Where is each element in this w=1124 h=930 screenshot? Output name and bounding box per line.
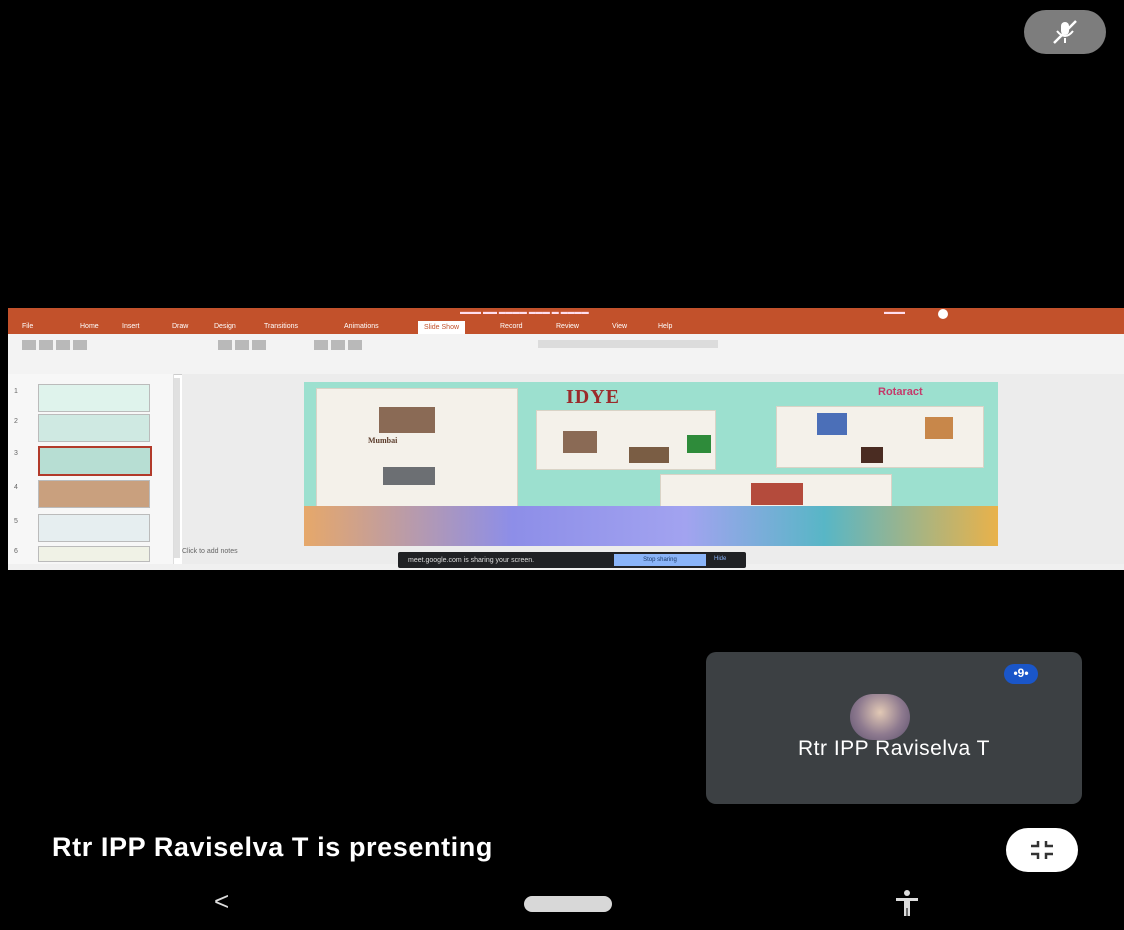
tab-design[interactable]: Design — [214, 323, 236, 330]
tab-help[interactable]: Help — [658, 323, 672, 330]
presenting-status: Rtr IPP Raviselva T is presenting — [52, 832, 493, 862]
slide-brand-label: Rotaract — [878, 386, 923, 398]
slide-city-label: Mumbai — [368, 436, 398, 445]
home-pill-icon[interactable] — [524, 896, 612, 912]
tab-slide-show[interactable]: Slide Show — [418, 321, 466, 334]
tab-review[interactable]: Review — [556, 323, 579, 330]
accessibility-icon[interactable] — [892, 888, 922, 923]
share-banner-text: meet.google.com is sharing your screen. — [408, 556, 535, 564]
slide-thumbnail[interactable] — [38, 480, 150, 508]
exit-fullscreen-button[interactable] — [1006, 828, 1078, 872]
app-title-bar: ▬▬▬ ▬▬ ▬▬▬▬ ▬▬▬ ▬ ▬▬▬▬ ▬▬▬ — [8, 308, 1124, 320]
slide-thumbnail[interactable] — [38, 414, 150, 442]
tab-insert[interactable]: Insert — [122, 323, 140, 330]
thumbnail-scrollbar[interactable] — [174, 378, 180, 558]
tab-draw[interactable]: Draw — [172, 323, 188, 330]
current-slide: Mumbai IDYE Rotaract — [304, 382, 998, 546]
tab-record[interactable]: Record — [500, 323, 523, 330]
participant-avatar — [850, 694, 910, 740]
ribbon-tabs: File Home Insert Draw Design Transitions… — [8, 320, 1124, 334]
slide-thumbnail[interactable] — [38, 514, 150, 542]
hide-banner-button[interactable]: Hide — [714, 556, 726, 562]
slide-decorative-stripe — [304, 506, 998, 546]
slide-thumbnail-selected[interactable] — [38, 446, 152, 476]
slide-thumbnail[interactable] — [38, 546, 150, 562]
slide-title: IDYE — [566, 386, 621, 408]
participant-tile[interactable]: •9• Rtr IPP Raviselva T — [706, 652, 1082, 804]
back-icon[interactable]: < — [214, 886, 229, 917]
shared-screen: ▬▬▬ ▬▬ ▬▬▬▬ ▬▬▬ ▬ ▬▬▬▬ ▬▬▬ File Home Ins… — [8, 308, 1124, 570]
tab-animations[interactable]: Animations — [344, 323, 379, 330]
slide-card — [316, 388, 518, 510]
participant-name: Rtr IPP Raviselva T — [798, 737, 990, 760]
mic-off-button[interactable] — [1024, 10, 1106, 54]
slide-card — [536, 410, 716, 470]
stop-sharing-button[interactable]: Stop sharing — [614, 554, 706, 566]
tab-home[interactable]: Home — [80, 323, 99, 330]
slide-thumbnail[interactable] — [38, 384, 150, 412]
screen-share-banner: meet.google.com is sharing your screen. … — [398, 552, 746, 568]
tab-file[interactable]: File — [22, 323, 33, 330]
mic-off-icon — [1053, 20, 1077, 44]
slide-card — [776, 406, 984, 468]
tab-view[interactable]: View — [612, 323, 627, 330]
slide-thumbnails-panel: 1 2 3 4 5 6 — [8, 374, 174, 564]
android-navigation-bar: < — [0, 876, 1124, 930]
exit-fullscreen-icon — [1031, 841, 1053, 859]
more-options-button[interactable]: •9• — [1004, 664, 1038, 684]
ribbon-toolbar — [8, 334, 1124, 375]
tab-transitions[interactable]: Transitions — [264, 323, 298, 330]
